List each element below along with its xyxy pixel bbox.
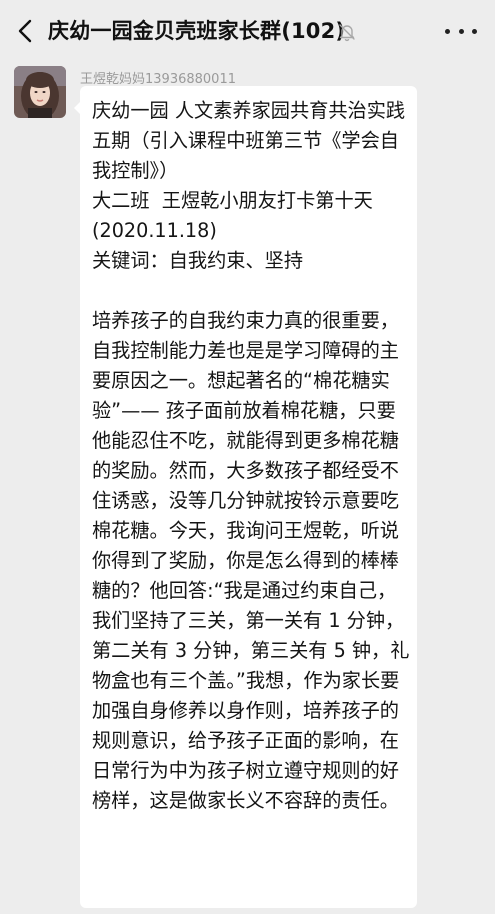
user-avatar-image — [14, 66, 66, 118]
avatar[interactable] — [14, 66, 66, 118]
sender-name: 王煜乾妈妈13936880011 — [80, 72, 236, 87]
message-paragraph-2: 培养孩子的自我约束力真的很重要，自我控制能力差也是是学习障碍的主要原因之一。想起… — [92, 309, 410, 812]
message-paragraph-1: 庆幼一园 人文素养家园共育共治实践五期（引入课程中班第三节《学会自我控制》） 大… — [92, 99, 406, 272]
bell-off-icon — [339, 24, 355, 42]
more-dots-icon — [458, 28, 464, 34]
chat-header: 庆幼一园金贝壳班家长群(102) — [0, 0, 495, 62]
chevron-left-icon — [18, 19, 32, 43]
more-dots-icon — [472, 28, 477, 34]
message-text: 庆幼一园 人文素养家园共育共治实践五期（引入课程中班第三节《学会自我控制》） 大… — [92, 96, 410, 816]
more-dots-icon — [445, 28, 450, 34]
chat-title: 庆幼一园金贝壳班家长群(102) — [48, 19, 346, 43]
message-bubble[interactable]: 庆幼一园 人文素养家园共育共治实践五期（引入课程中班第三节《学会自我控制》） 大… — [74, 86, 417, 908]
more-options-button[interactable] — [445, 18, 477, 44]
back-button[interactable] — [10, 16, 40, 46]
